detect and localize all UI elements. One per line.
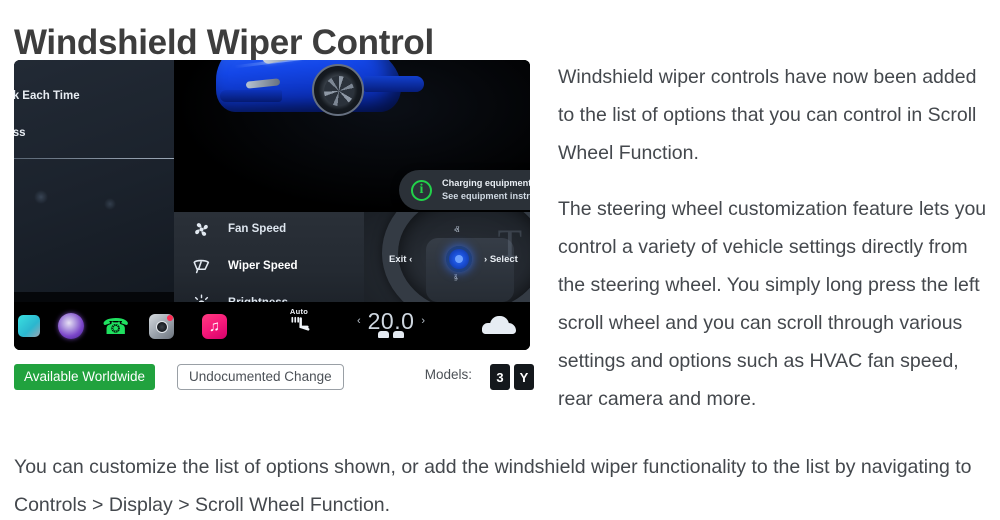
temp-decrease-icon[interactable]: ‹	[357, 315, 361, 327]
article-right-column: Windshield wiper controls have now been …	[558, 58, 998, 436]
settings-divider	[14, 158, 174, 159]
menu-item-fan-speed[interactable]: Fan Speed	[188, 216, 286, 242]
chevron-down-icon: ⱛ	[454, 273, 459, 285]
select-hint-label: Select	[489, 254, 518, 265]
tesla-screenshot-card: Ask Each Time cess	[14, 60, 530, 350]
exit-hint: Exit ‹	[389, 254, 412, 265]
paragraph-3: You can customize the list of options sh…	[14, 456, 972, 516]
seat-heater-auto-label: Auto	[289, 307, 309, 316]
camera-lens	[155, 320, 168, 333]
charging-notification-toast[interactable]: i Charging equipment not ready See equip…	[399, 170, 530, 210]
car-wheel	[312, 64, 364, 116]
menu-item-label: Wiper Speed	[228, 260, 298, 272]
tesla-touchscreen: Ask Each Time cess	[14, 60, 530, 350]
music-icon[interactable]: ♫	[202, 314, 227, 339]
car-bumper	[220, 90, 282, 102]
model-chip-3: 3	[490, 364, 510, 390]
info-circle-icon: i	[411, 179, 432, 201]
article-bottom-column: You can customize the list of options sh…	[14, 448, 984, 520]
heated-seat-icon	[276, 316, 322, 341]
exit-hint-label: Exit	[389, 254, 407, 265]
car-icon[interactable]	[482, 314, 516, 338]
settings-panel: Ask Each Time cess	[14, 60, 174, 292]
settings-option-access: cess	[14, 127, 26, 139]
vent-indicator	[378, 331, 389, 338]
seat-heater-button[interactable]: Auto	[276, 307, 322, 341]
temp-increase-icon[interactable]: ›	[421, 315, 425, 327]
article-page: Windshield Wiper Control Ask Each Time c…	[0, 0, 1000, 520]
vehicle-render-region: i Charging equipment not ready See equip…	[174, 60, 530, 212]
select-hint: › Select	[484, 254, 518, 265]
badge-row: Available Worldwide Undocumented Change …	[14, 364, 534, 390]
scroll-wheel-button[interactable]	[446, 246, 472, 272]
menu-item-wiper-speed[interactable]: Wiper Speed	[188, 253, 298, 279]
notification-dot	[167, 315, 173, 321]
toast-title: Charging equipment not ready	[442, 178, 530, 188]
temperature-value: 20.0	[367, 308, 415, 334]
vent-indicator	[393, 331, 404, 338]
car-icon-body	[482, 323, 516, 334]
phone-icon[interactable]: ☎	[102, 314, 129, 340]
change-type-badge: Undocumented Change	[177, 364, 344, 390]
wiper-icon	[188, 253, 214, 279]
chevron-right-icon: ›	[484, 254, 488, 265]
model-chips: 3 Y	[490, 364, 534, 390]
panel-smudge	[34, 190, 48, 204]
panel-smudge	[104, 198, 116, 210]
chevron-left-icon: ‹	[409, 254, 413, 265]
paragraph-2: The steering wheel customization feature…	[558, 198, 987, 410]
settings-option-ask-each-time: Ask Each Time	[14, 90, 80, 102]
availability-badge: Available Worldwide	[14, 364, 156, 390]
paragraph-1: Windshield wiper controls have now been …	[558, 66, 977, 164]
camera-icon[interactable]	[149, 314, 174, 339]
climate-control[interactable]: ‹ 20.0 ›	[336, 308, 446, 338]
tesla-model-3-render	[216, 60, 426, 148]
app-cyan-icon[interactable]	[18, 315, 40, 337]
toast-subtitle: See equipment instructions to start char…	[442, 191, 530, 201]
toast-text: Charging equipment not ready See equipme…	[442, 177, 530, 203]
siri-icon[interactable]	[58, 313, 84, 339]
models-label: Models:	[424, 367, 472, 382]
car-rocker-panel	[364, 76, 424, 92]
menu-item-label: Fan Speed	[228, 223, 287, 235]
fan-icon	[188, 216, 214, 242]
model-chip-y: Y	[514, 364, 534, 390]
tesla-taskbar: ☎ ♫ Auto ‹ 20.0 ›	[14, 302, 530, 350]
chevron-up-icon: ⱏ	[454, 225, 460, 237]
